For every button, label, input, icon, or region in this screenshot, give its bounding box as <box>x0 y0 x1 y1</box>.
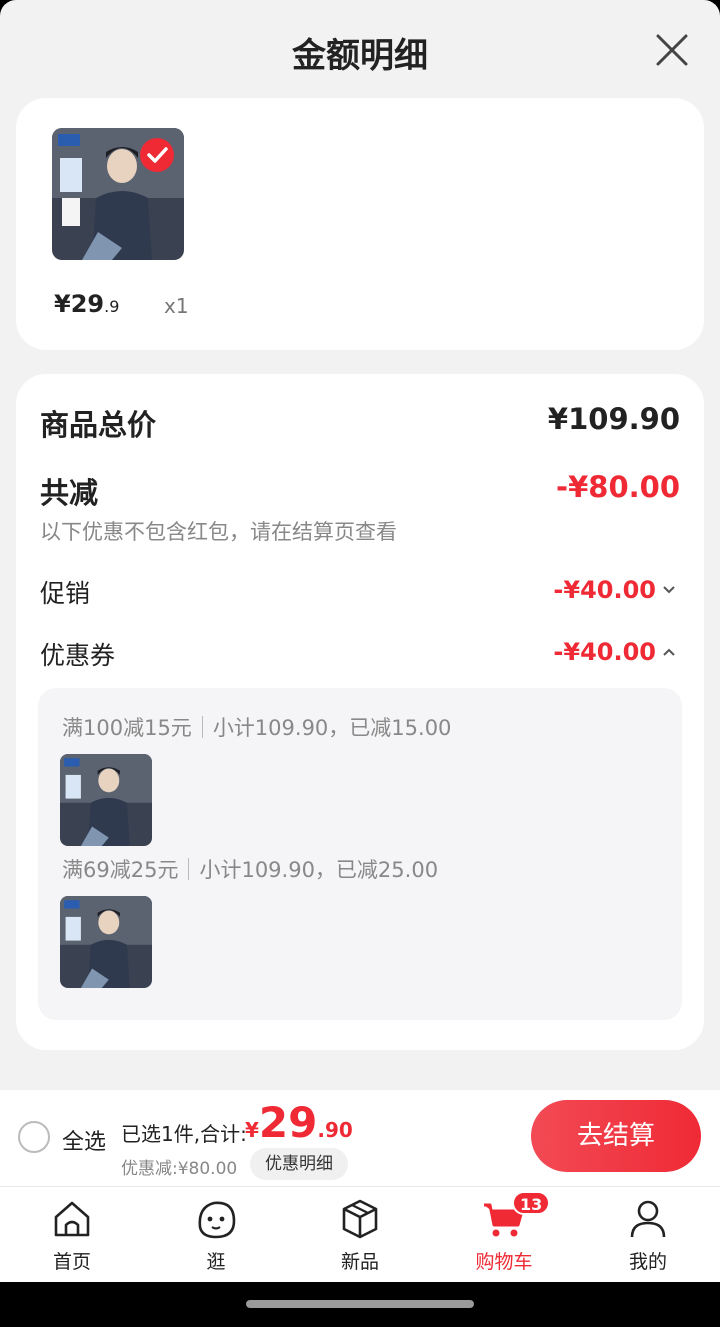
tab-new[interactable]: 新品 <box>288 1187 432 1283</box>
product-qty: x1 <box>164 294 189 318</box>
coupon-rule: 满69减25元 <box>62 858 179 882</box>
package-icon <box>342 1199 378 1239</box>
coupon-value: -¥40.00 <box>553 638 656 666</box>
tab-label: 首页 <box>52 1251 91 1273</box>
reduce-label: 共减 <box>40 476 99 510</box>
divider <box>201 716 203 738</box>
browse-face-icon <box>198 1201 236 1239</box>
coupon-detail: 小计109.90，已减25.00 <box>199 858 439 882</box>
coupon-rule-row: 满100减15元 小计109.90，已减15.00 <box>62 712 451 742</box>
home-icon <box>54 1201 90 1237</box>
product-thumbnail[interactable] <box>52 128 184 260</box>
tab-label: 逛 <box>206 1251 226 1273</box>
product-card: ¥29.9 x1 <box>16 98 704 350</box>
goods-total-label: 商品总价 <box>40 408 157 442</box>
amount-detail-sheet: 金额明细 ¥29.9 x1 商品总价 ¥109.90 共减 -¥80.00 以下… <box>0 0 720 1090</box>
checkout-button[interactable]: 去结算 <box>531 1100 701 1172</box>
checkout-bar: 全选 已选1件,合计: ¥29.90 优惠减:¥80.00 优惠明细 去结算 <box>0 1090 720 1186</box>
discount-detail-button[interactable]: 优惠明细 <box>250 1148 348 1180</box>
bottom-tab-bar: 首页 逛 新品 13 购物车 我的 <box>0 1186 720 1282</box>
selected-count: 已选1件,合计: <box>121 1122 247 1146</box>
promo-label: 促销 <box>40 579 91 608</box>
promo-toggle[interactable]: -¥40.00 <box>553 576 676 604</box>
coupon-rule-row: 满69减25元 小计109.90，已减25.00 <box>62 854 438 884</box>
tab-label: 购物车 <box>475 1251 533 1273</box>
home-indicator[interactable] <box>246 1300 474 1308</box>
coupon-product-thumbnail <box>60 754 152 846</box>
user-icon <box>630 1200 666 1238</box>
divider <box>188 858 190 880</box>
goods-total-value: ¥109.90 <box>547 402 680 436</box>
close-icon <box>656 34 688 66</box>
coupon-rule: 满100减15元 <box>62 716 192 740</box>
coupon-toggle[interactable]: -¥40.00 <box>553 638 676 666</box>
tab-label: 我的 <box>628 1251 667 1273</box>
coupon-label: 优惠券 <box>40 641 116 670</box>
product-image <box>60 754 152 846</box>
total-price: ¥29.90 <box>245 1098 353 1147</box>
product-price: ¥29.9 <box>54 290 120 318</box>
tab-home[interactable]: 首页 <box>0 1187 144 1283</box>
selected-check-icon <box>140 138 174 172</box>
sheet-title: 金额明细 <box>292 36 428 76</box>
chevron-down-icon <box>663 586 675 594</box>
coupon-detail: 小计109.90，已减15.00 <box>212 716 452 740</box>
price-summary-card: 商品总价 ¥109.90 共减 -¥80.00 以下优惠不包含红包，请在结算页查… <box>16 374 704 1050</box>
reduce-hint: 以下优惠不包含红包，请在结算页查看 <box>40 520 397 544</box>
reduce-value: -¥80.00 <box>556 470 680 504</box>
coupon-product-thumbnail <box>60 896 152 988</box>
chevron-up-icon <box>663 648 675 656</box>
close-button[interactable] <box>650 28 694 72</box>
tab-profile[interactable]: 我的 <box>576 1187 720 1283</box>
promo-value: -¥40.00 <box>553 576 656 604</box>
cart-count-badge: 13 <box>512 1191 551 1215</box>
select-all-radio[interactable] <box>18 1121 50 1153</box>
discount-amount: 优惠减:¥80.00 <box>121 1159 238 1179</box>
tab-label: 新品 <box>340 1251 379 1273</box>
tab-browse[interactable]: 逛 <box>144 1187 288 1283</box>
product-image <box>60 896 152 988</box>
tab-cart[interactable]: 13 购物车 <box>432 1187 576 1283</box>
select-all-label[interactable]: 全选 <box>62 1124 106 1156</box>
coupon-detail-panel: 满100减15元 小计109.90，已减15.00 满69减25元 小计109.… <box>38 688 682 1020</box>
